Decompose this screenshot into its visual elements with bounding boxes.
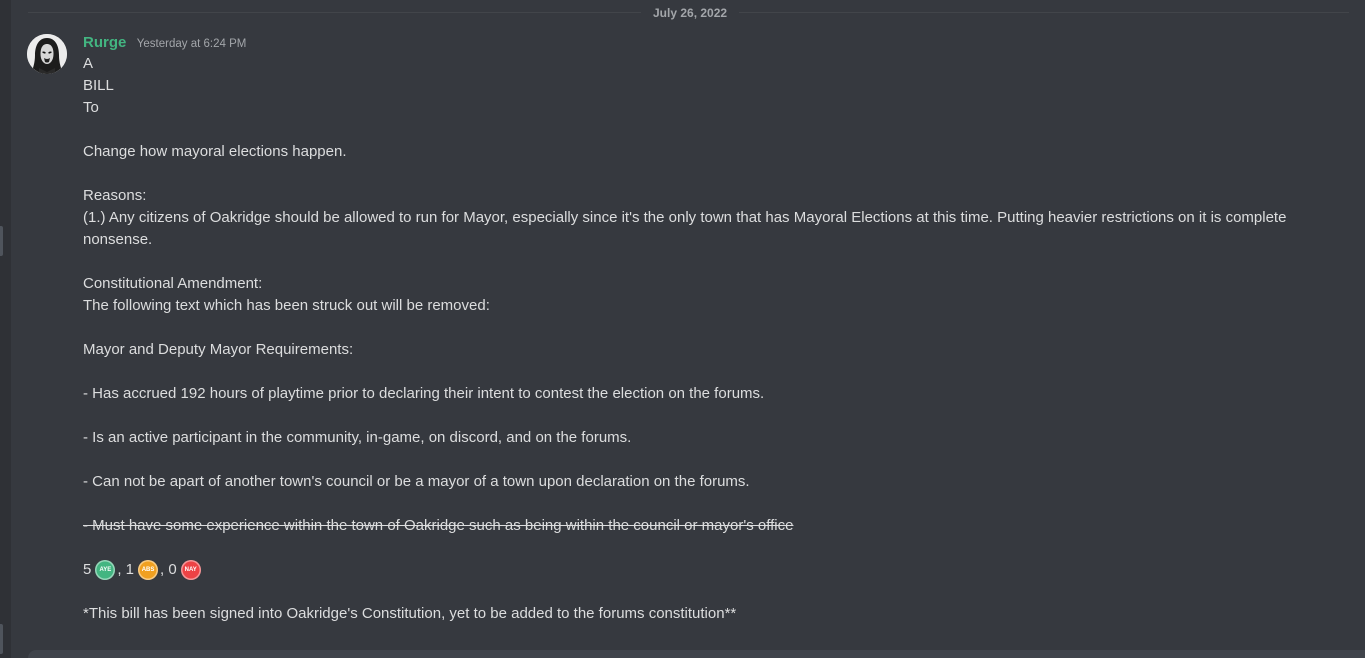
message-line (83, 361, 1308, 383)
message-line (83, 449, 1308, 471)
aye-emoji-icon[interactable]: AYE (95, 560, 116, 580)
scroll-indicator (0, 624, 3, 654)
message-line: Change how mayoral elections happen. (83, 143, 347, 160)
message-timestamp[interactable]: Yesterday at 6:24 PM (137, 38, 247, 50)
scroll-indicator (0, 226, 3, 256)
footer-note: *This bill has been signed into Oakridge… (83, 605, 737, 622)
message-input-edge[interactable] (28, 650, 1365, 658)
hooded-figure-icon (27, 34, 67, 74)
message-line (83, 119, 1308, 141)
abs-count: , 1 (117, 561, 135, 578)
message-line: The following text which has been struck… (83, 297, 490, 314)
message-line: - Is an active participant in the commun… (83, 429, 632, 446)
vote-tally: 5 AYE , 1 ABS , 0 NAY (83, 559, 1308, 581)
message-line: BILL (83, 77, 114, 94)
message-line: (1.) Any citizens of Oakridge should be … (83, 209, 1287, 248)
date-divider-label: July 26, 2022 (641, 5, 740, 21)
message-line: - Can not be apart of another town's cou… (83, 473, 750, 490)
message-line (83, 405, 1308, 427)
avatar[interactable] (27, 34, 67, 74)
abs-emoji-icon[interactable]: ABS (138, 560, 159, 580)
message-line: Mayor and Deputy Mayor Requirements: (83, 341, 354, 358)
message-content: A BILL To Change how mayoral elections h… (83, 53, 1308, 625)
author-name[interactable]: Rurge (83, 34, 126, 51)
message-line: Constitutional Amendment: (83, 275, 263, 292)
message-line: A (83, 55, 94, 72)
message-line: To (83, 99, 99, 116)
nay-count: , 0 (160, 561, 177, 578)
message-line (83, 537, 1308, 559)
aye-count: 5 (83, 561, 92, 578)
struck-requirement: - Must have some experience within the t… (83, 517, 794, 534)
message-line (83, 581, 1308, 603)
message-line: - Has accrued 192 hours of playtime prio… (83, 385, 765, 402)
nay-emoji-icon[interactable]: NAY (180, 560, 201, 580)
message-line (83, 317, 1308, 339)
message-line: Reasons: (83, 187, 147, 204)
message-line (83, 163, 1308, 185)
message-header: Rurge Yesterday at 6:24 PM (83, 33, 246, 54)
message-line (83, 251, 1308, 273)
message-line (83, 493, 1308, 515)
left-panel-edge (0, 0, 11, 658)
